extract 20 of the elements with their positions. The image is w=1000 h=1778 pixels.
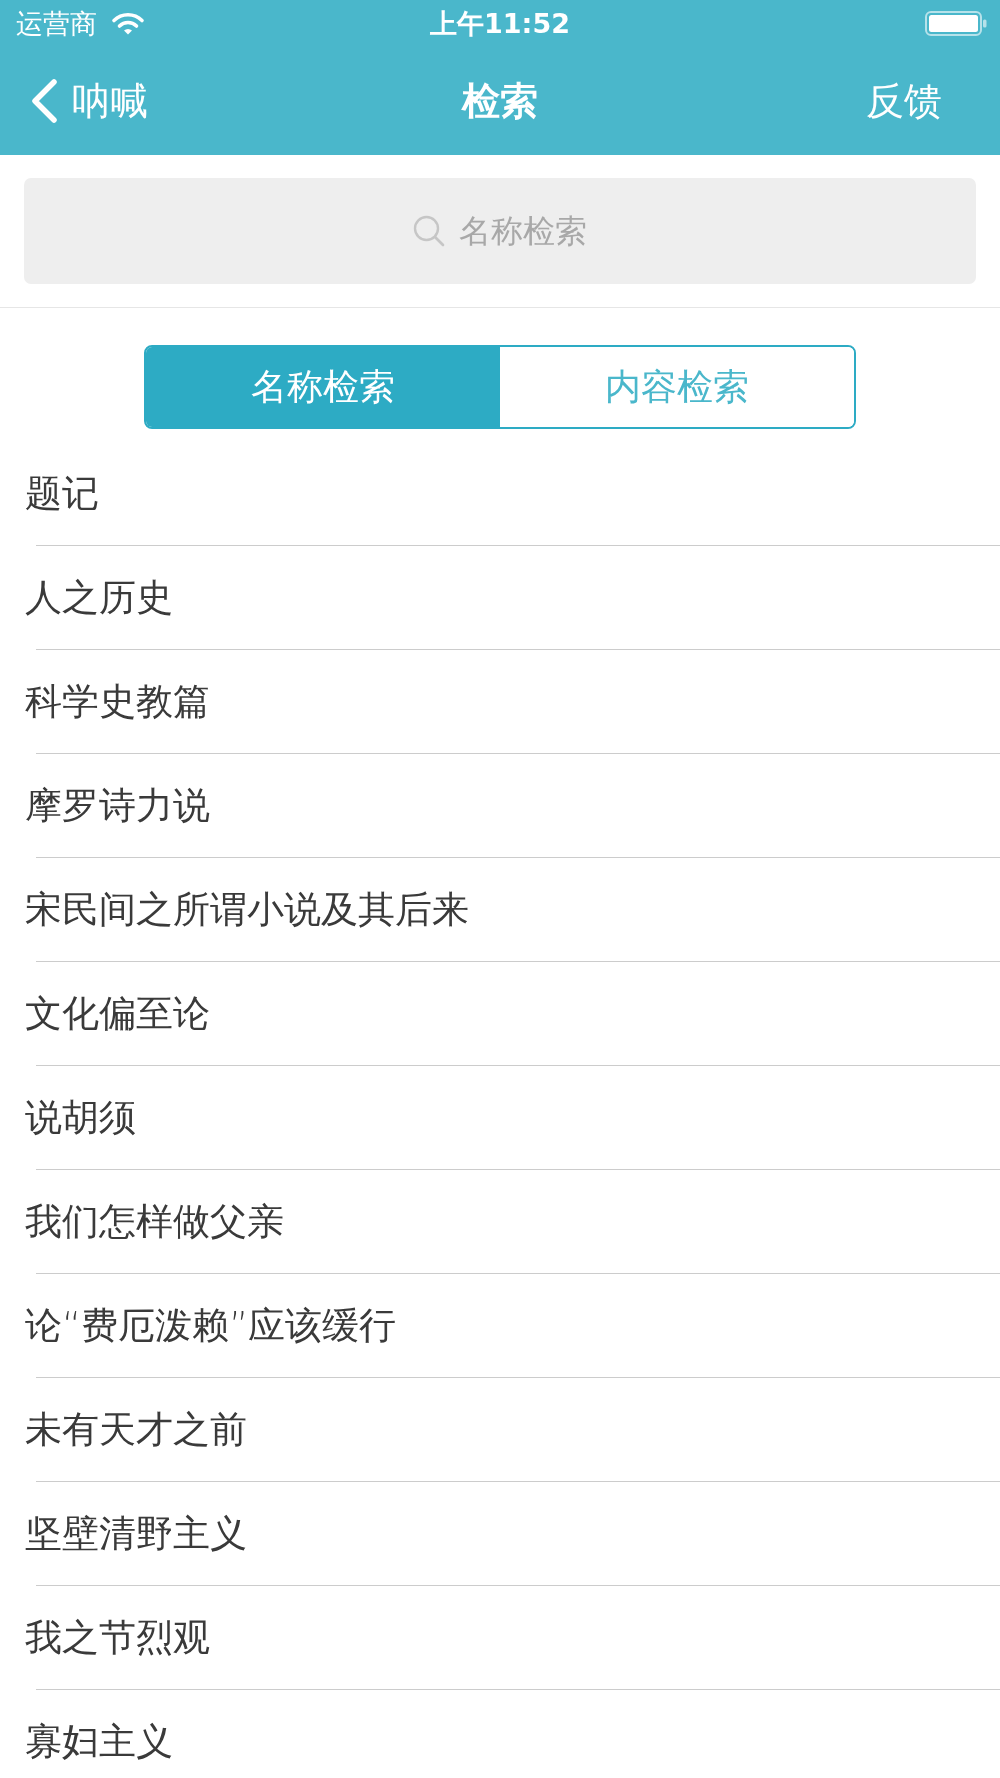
list-item[interactable]: 人之历史: [0, 546, 1000, 650]
list-item[interactable]: 坚壁清野主义: [0, 1482, 1000, 1586]
status-time: 上午11:52: [430, 9, 570, 37]
search-field[interactable]: 名称检索: [24, 178, 976, 284]
list-item[interactable]: 科学史教篇: [0, 650, 1000, 754]
list-item[interactable]: 文化偏至论: [0, 962, 1000, 1066]
carrier-name: 运营商: [16, 9, 97, 37]
nav-title: 检索: [462, 81, 538, 120]
list-item[interactable]: 摩罗诗力说: [0, 754, 1000, 858]
list-item[interactable]: 题记: [0, 442, 1000, 546]
list-item[interactable]: 未有天才之前: [0, 1378, 1000, 1482]
list-item[interactable]: 我们怎样做父亲: [0, 1170, 1000, 1274]
list-item[interactable]: 论“费厄泼赖”应该缓行: [0, 1274, 1000, 1378]
search-icon: [413, 215, 445, 247]
list-item[interactable]: 宋民间之所谓小说及其后来: [0, 858, 1000, 962]
list-item[interactable]: 说胡须: [0, 1066, 1000, 1170]
wifi-icon: [111, 10, 145, 36]
chevron-left-icon: [30, 77, 58, 124]
list-item[interactable]: 我之节烈观: [0, 1586, 1000, 1690]
battery-icon: [925, 10, 987, 36]
